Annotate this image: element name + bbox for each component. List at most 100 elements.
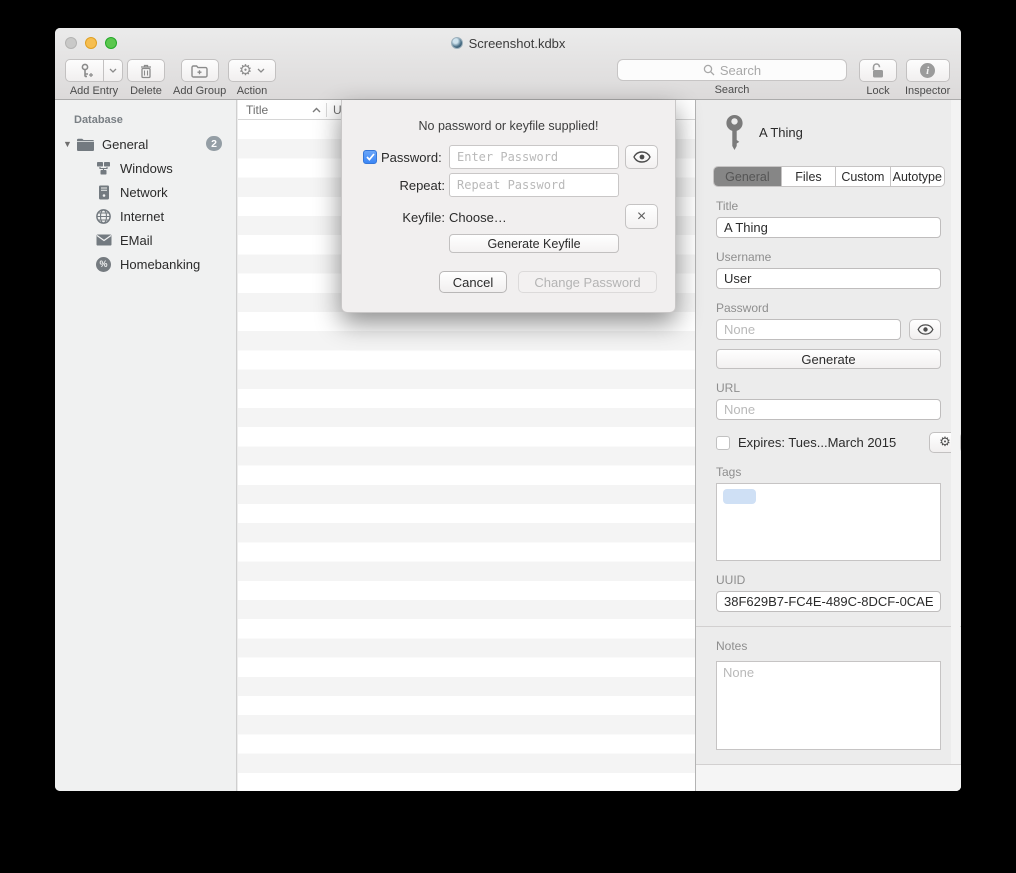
tags-field[interactable] bbox=[716, 483, 941, 561]
add-entry-button[interactable] bbox=[65, 59, 104, 82]
keyfile-popup-button[interactable]: Choose… bbox=[449, 206, 641, 228]
username-input[interactable] bbox=[716, 268, 941, 289]
globe-icon bbox=[95, 208, 112, 224]
repeat-field-label: Repeat: bbox=[399, 178, 445, 193]
inspector-label: Inspector bbox=[905, 85, 950, 97]
sidebar-item-network[interactable]: Network bbox=[55, 180, 236, 204]
app-window: Screenshot.kdbx bbox=[55, 28, 961, 791]
clear-keyfile-button[interactable]: × bbox=[625, 204, 658, 229]
sidebar-item-label: Internet bbox=[120, 209, 164, 224]
username-label: Username bbox=[716, 250, 961, 264]
url-input[interactable] bbox=[716, 399, 941, 420]
sort-ascending-icon bbox=[312, 107, 321, 113]
keyfile-field-label: Keyfile: bbox=[402, 210, 445, 225]
keyfile-selected-value: Choose… bbox=[449, 210, 507, 225]
document-proxy-icon bbox=[451, 37, 463, 49]
key-icon bbox=[724, 115, 745, 150]
sidebar-item-homebanking[interactable]: % Homebanking bbox=[55, 252, 236, 276]
cancel-button[interactable]: Cancel bbox=[439, 271, 507, 293]
percent-icon: % bbox=[95, 256, 112, 272]
windows-network-icon bbox=[95, 160, 112, 176]
envelope-icon bbox=[95, 232, 112, 248]
sidebar-item-label: Network bbox=[120, 185, 168, 200]
reveal-password-button[interactable] bbox=[625, 145, 658, 169]
search-placeholder: Search bbox=[720, 63, 761, 78]
gear-icon: ⚙ bbox=[239, 63, 252, 78]
unlocked-padlock-icon bbox=[870, 62, 886, 79]
close-x-icon: × bbox=[637, 209, 646, 225]
sidebar: Database ▼ General 2 Windows Network bbox=[55, 100, 237, 791]
key-plus-icon bbox=[77, 63, 93, 79]
gear-icon: ⚙ bbox=[939, 436, 951, 449]
sidebar-item-label: Windows bbox=[120, 161, 173, 176]
inspector-footer bbox=[696, 764, 961, 791]
lock-button[interactable] bbox=[859, 59, 897, 82]
title-input[interactable] bbox=[716, 217, 941, 238]
window-title: Screenshot.kdbx bbox=[469, 36, 566, 51]
notes-label: Notes bbox=[716, 639, 961, 653]
uuid-label: UUID bbox=[716, 573, 961, 587]
search-icon bbox=[703, 64, 715, 76]
server-icon bbox=[95, 184, 112, 200]
sidebar-item-label: EMail bbox=[120, 233, 153, 248]
column-header-title[interactable]: Title bbox=[238, 103, 326, 117]
column-header-username[interactable]: U bbox=[327, 103, 342, 117]
inspector-panel: A Thing General Files Custom Autotype Ti… bbox=[695, 100, 961, 791]
section-divider bbox=[696, 626, 961, 627]
expires-label: Expires: Tues...March 2015 bbox=[738, 435, 921, 450]
repeat-password-input[interactable] bbox=[449, 173, 619, 197]
password-input[interactable] bbox=[716, 319, 901, 340]
entry-title: A Thing bbox=[759, 125, 803, 140]
inspector-scrollbar[interactable] bbox=[951, 100, 960, 791]
search-label: Search bbox=[715, 84, 750, 96]
tab-custom[interactable]: Custom bbox=[835, 167, 889, 186]
inspector-button[interactable]: i bbox=[906, 59, 950, 82]
sidebar-group-label: General bbox=[102, 137, 148, 152]
generate-keyfile-button[interactable]: Generate Keyfile bbox=[449, 234, 619, 253]
chevron-down-icon bbox=[257, 68, 265, 73]
chevron-down-icon bbox=[109, 68, 117, 73]
uuid-input[interactable] bbox=[716, 591, 941, 612]
tab-general[interactable]: General bbox=[714, 167, 781, 186]
sidebar-item-internet[interactable]: Internet bbox=[55, 204, 236, 228]
url-label: URL bbox=[716, 381, 961, 395]
eye-icon bbox=[917, 324, 934, 335]
password-label: Password bbox=[716, 301, 961, 315]
reveal-password-button[interactable] bbox=[909, 319, 941, 340]
sidebar-item-windows[interactable]: Windows bbox=[55, 156, 236, 180]
password-checkbox[interactable] bbox=[363, 150, 377, 164]
search-input[interactable]: Search bbox=[617, 59, 847, 81]
toolbar: Add Entry Delete bbox=[55, 58, 961, 100]
expires-checkbox[interactable] bbox=[716, 436, 730, 450]
dialog-message: No password or keyfile supplied! bbox=[342, 119, 675, 133]
add-group-button[interactable] bbox=[181, 59, 219, 82]
titlebar: Screenshot.kdbx bbox=[55, 28, 961, 58]
notes-input[interactable] bbox=[716, 661, 941, 750]
delete-label: Delete bbox=[130, 85, 162, 97]
folder-plus-icon bbox=[191, 64, 208, 78]
delete-button[interactable] bbox=[127, 59, 165, 82]
sidebar-group-general[interactable]: ▼ General 2 bbox=[55, 132, 236, 156]
tag-token[interactable] bbox=[723, 489, 756, 504]
disclosure-triangle-icon[interactable]: ▼ bbox=[63, 139, 75, 149]
eye-icon bbox=[633, 151, 651, 163]
window-chrome: Screenshot.kdbx bbox=[55, 28, 961, 100]
sidebar-item-label: Homebanking bbox=[120, 257, 200, 272]
trash-icon bbox=[139, 63, 153, 79]
change-password-button[interactable]: Change Password bbox=[518, 271, 657, 293]
add-entry-dropdown-button[interactable] bbox=[104, 59, 123, 82]
tab-files[interactable]: Files bbox=[781, 167, 835, 186]
password-field-label: Password: bbox=[381, 150, 442, 165]
add-group-label: Add Group bbox=[173, 85, 226, 97]
enter-password-input[interactable] bbox=[449, 145, 619, 169]
info-icon: i bbox=[920, 63, 935, 78]
add-entry-label: Add Entry bbox=[70, 85, 118, 97]
lock-label: Lock bbox=[866, 85, 889, 97]
generate-password-button[interactable]: Generate bbox=[716, 349, 941, 369]
tab-autotype[interactable]: Autotype bbox=[890, 167, 944, 186]
inspector-tabs: General Files Custom Autotype bbox=[713, 166, 945, 187]
action-button[interactable]: ⚙ bbox=[228, 59, 276, 82]
entry-count-badge: 2 bbox=[206, 136, 222, 151]
sidebar-item-email[interactable]: EMail bbox=[55, 228, 236, 252]
checkmark-icon bbox=[366, 153, 375, 161]
